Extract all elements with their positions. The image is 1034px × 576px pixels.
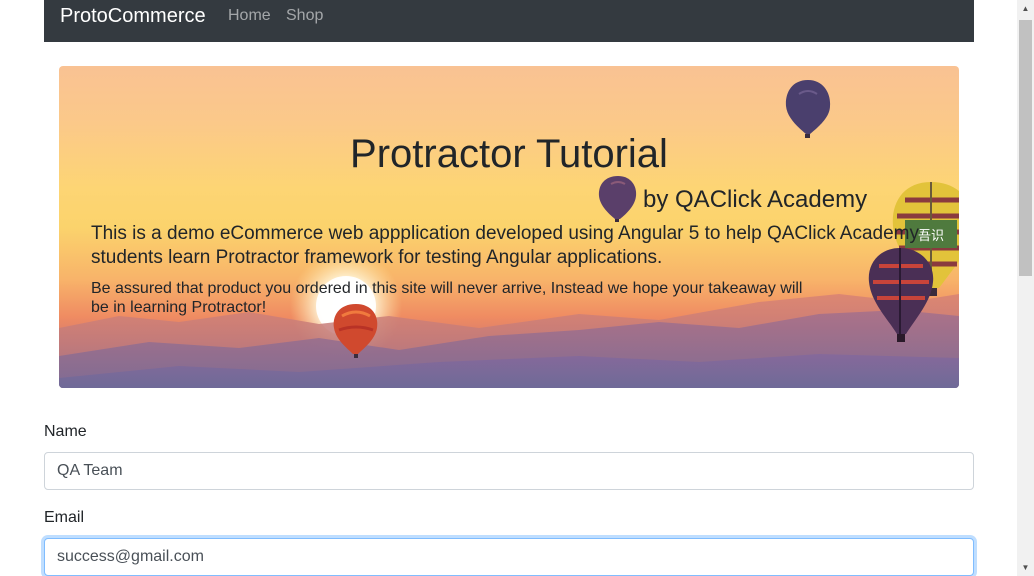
svg-text:吾识: 吾识 bbox=[918, 229, 944, 244]
page-scrollbar[interactable]: ▲ ▼ bbox=[1017, 0, 1034, 576]
brand-link[interactable]: ProtoCommerce bbox=[60, 5, 206, 28]
top-navbar: ProtoCommerce Home Shop bbox=[44, 0, 974, 42]
page: ProtoCommerce Home Shop 吾识 Protractor Tu… bbox=[0, 0, 1034, 576]
banner-note-text: Be assured that product you ordered in t… bbox=[91, 280, 803, 316]
banner-subtitle: by QAClick Academy bbox=[643, 186, 868, 213]
banner-lead-text: This is a demo eCommerce web appplicatio… bbox=[91, 223, 920, 268]
scroll-up-icon[interactable]: ▲ bbox=[1017, 0, 1034, 17]
scrollbar-thumb[interactable] bbox=[1019, 20, 1032, 276]
banner-title: Protractor Tutorial bbox=[350, 132, 668, 176]
balloon-top-shape bbox=[785, 80, 831, 138]
balloon-middle-shape bbox=[598, 176, 637, 222]
nav-link-shop[interactable]: Shop bbox=[286, 7, 323, 25]
nav-link-home[interactable]: Home bbox=[228, 7, 271, 25]
name-input[interactable] bbox=[44, 452, 974, 490]
email-label: Email bbox=[44, 509, 85, 526]
email-input[interactable] bbox=[44, 538, 974, 576]
name-label: Name bbox=[44, 423, 87, 440]
scroll-down-icon[interactable]: ▼ bbox=[1017, 559, 1034, 576]
hero-banner: 吾识 Protractor Tutorial by QAClick Academ… bbox=[59, 66, 959, 388]
